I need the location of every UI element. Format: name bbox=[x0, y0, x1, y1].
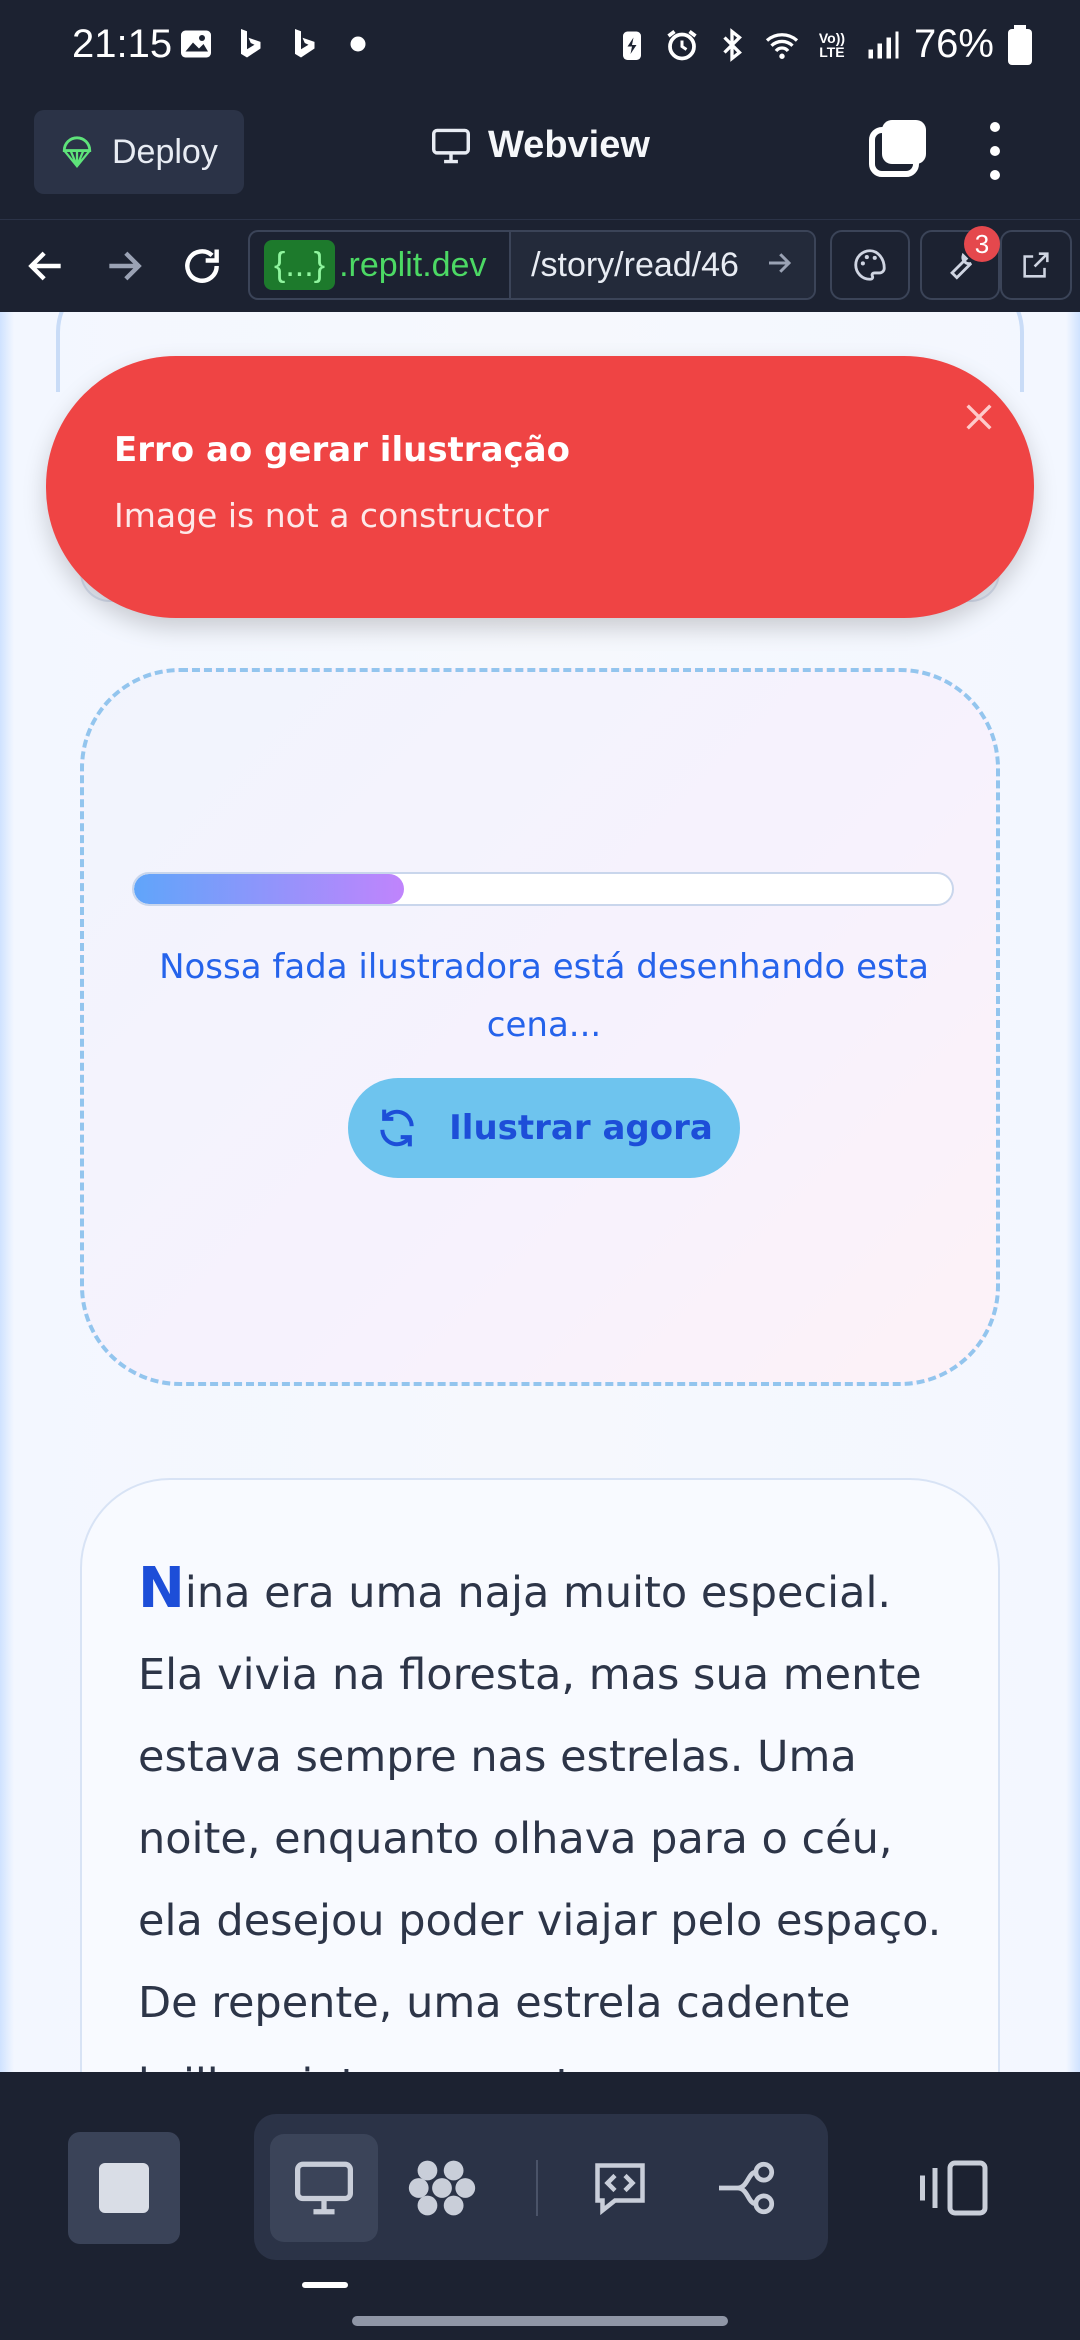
status-left-icons bbox=[178, 26, 376, 62]
go-arrow-icon[interactable] bbox=[764, 248, 794, 278]
notification-badge: 3 bbox=[964, 226, 1000, 262]
status-bar: 21:15 Vo)) LTE 76% bbox=[0, 0, 1080, 96]
url-path: /story/read/46 bbox=[531, 245, 739, 284]
code-chat-button[interactable] bbox=[566, 2134, 674, 2242]
open-external-button[interactable] bbox=[1000, 230, 1072, 300]
refresh-icon bbox=[380, 1109, 414, 1147]
image-icon bbox=[181, 30, 211, 58]
toast-message: Image is not a constructor bbox=[114, 496, 549, 535]
page-indicator bbox=[302, 2282, 348, 2288]
git-branch-icon bbox=[719, 2161, 775, 2215]
webview-tool-button[interactable] bbox=[270, 2134, 378, 2242]
external-link-icon bbox=[1023, 252, 1049, 278]
back-arrow-icon[interactable] bbox=[24, 244, 68, 288]
layout-toggle-icon[interactable] bbox=[920, 2158, 990, 2218]
stop-icon bbox=[99, 2163, 149, 2213]
url-path-field[interactable]: /story/read/46 bbox=[509, 232, 814, 298]
alarm-icon bbox=[667, 29, 697, 60]
volte-label: Vo)) LTE bbox=[818, 29, 846, 60]
bluetooth-icon bbox=[723, 27, 742, 62]
story-paragraph: Nina era uma naja muito especial. Ela vi… bbox=[138, 1548, 958, 2072]
bing-icon bbox=[241, 29, 261, 58]
error-toast: Erro ao gerar ilustração Image is not a … bbox=[46, 356, 1034, 618]
battery-saver-icon bbox=[622, 31, 641, 60]
agent-tool-button[interactable] bbox=[388, 2134, 496, 2242]
progress-bar bbox=[132, 872, 954, 906]
status-time: 21:15 bbox=[72, 22, 173, 66]
illustrate-now-button[interactable]: Ilustrar agora bbox=[348, 1078, 740, 1178]
tabs-icon[interactable] bbox=[868, 118, 928, 178]
close-icon[interactable] bbox=[962, 400, 996, 434]
toast-title: Erro ao gerar ilustração bbox=[114, 430, 570, 470]
url-field[interactable]: {...} .replit.dev /story/read/46 bbox=[248, 230, 816, 300]
webview-tab-title[interactable]: Webview bbox=[430, 124, 650, 167]
wifi-icon bbox=[765, 32, 799, 59]
url-host-tag: {...} bbox=[264, 240, 336, 290]
deploy-icon bbox=[62, 136, 92, 168]
story-text: ina era uma naja muito especial. Ela viv… bbox=[138, 1568, 942, 2072]
battery-icon bbox=[1008, 24, 1032, 65]
webview-content: Erro ao gerar ilustração Image is not a … bbox=[0, 312, 1080, 2072]
deploy-button[interactable]: Deploy bbox=[34, 110, 244, 194]
stop-button[interactable] bbox=[68, 2132, 180, 2244]
progress-fill bbox=[134, 874, 404, 904]
address-bar-row: {...} .replit.dev /story/read/46 3 bbox=[0, 220, 1080, 312]
palette-icon bbox=[854, 249, 886, 281]
url-host: .replit.dev bbox=[339, 245, 487, 284]
git-tool-button[interactable] bbox=[694, 2134, 802, 2242]
bottom-toolbar bbox=[0, 2072, 1080, 2340]
agent-icon bbox=[408, 2160, 476, 2216]
monitor-icon bbox=[432, 128, 470, 163]
app-top-bar: Deploy Webview bbox=[0, 96, 1080, 220]
illustrate-now-label: Ilustrar agora bbox=[449, 1108, 713, 1148]
drop-cap: N bbox=[138, 1556, 185, 1621]
toolbar-divider bbox=[536, 2160, 538, 2216]
more-options-icon[interactable] bbox=[980, 116, 1010, 186]
home-indicator[interactable] bbox=[352, 2316, 728, 2326]
monitor-icon bbox=[295, 2161, 353, 2215]
illustration-placeholder: Nossa fada ilustradora está desenhando e… bbox=[80, 668, 1000, 1386]
bing-icon bbox=[295, 29, 315, 58]
devtools-button[interactable]: 3 bbox=[920, 226, 1000, 300]
palette-button[interactable] bbox=[830, 230, 910, 300]
battery-percent: 76% bbox=[913, 22, 994, 66]
code-chat-icon bbox=[595, 2163, 645, 2216]
deploy-label: Deploy bbox=[112, 132, 218, 171]
status-right-icons: Vo)) LTE 76% bbox=[614, 22, 1032, 67]
tool-group bbox=[254, 2114, 828, 2260]
story-card: Nina era uma naja muito especial. Ela vi… bbox=[80, 1478, 1000, 2072]
loading-text: Nossa fada ilustradora está desenhando e… bbox=[159, 947, 929, 1045]
forward-arrow-icon[interactable] bbox=[102, 244, 146, 288]
signal-icon bbox=[868, 31, 899, 58]
dot-icon bbox=[350, 36, 366, 52]
webview-title-label: Webview bbox=[488, 124, 650, 166]
reload-icon[interactable] bbox=[180, 244, 224, 288]
